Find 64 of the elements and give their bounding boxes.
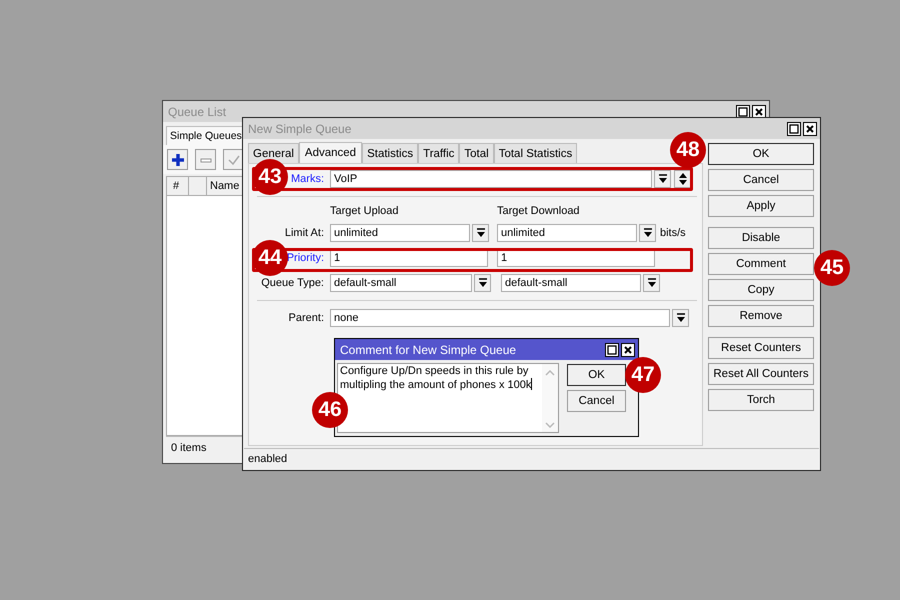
enable-button[interactable] bbox=[223, 149, 244, 170]
parent-field[interactable]: none bbox=[330, 309, 670, 327]
dialog-button[interactable]: Comment bbox=[708, 253, 814, 275]
window-title: Queue List bbox=[168, 104, 226, 118]
dialog-button[interactable]: Cancel bbox=[567, 390, 626, 412]
column-header: Target Download bbox=[497, 205, 581, 217]
dropdown-button[interactable] bbox=[639, 224, 656, 242]
dialog-button[interactable]: Cancel bbox=[708, 169, 814, 191]
dialog-button[interactable]: Reset Counters bbox=[708, 337, 814, 359]
dropdown-arrow-icon bbox=[478, 278, 488, 288]
dropdown-button[interactable] bbox=[654, 170, 671, 188]
tab[interactable]: General bbox=[248, 143, 299, 163]
maximize-icon[interactable] bbox=[787, 122, 801, 136]
limit-upload-field[interactable]: unlimited bbox=[330, 224, 470, 242]
tab[interactable]: Total Statistics bbox=[494, 143, 578, 163]
tab[interactable]: Advanced bbox=[298, 142, 362, 163]
plus-icon bbox=[170, 152, 184, 166]
dialog-button[interactable]: OK bbox=[708, 143, 814, 165]
dialog-button[interactable]: Reset All Counters bbox=[708, 363, 814, 385]
unit-label: bits/s bbox=[660, 227, 686, 239]
queue-type-upload-field[interactable]: default-small bbox=[330, 274, 472, 292]
queue-type-download-field[interactable]: default-small bbox=[501, 274, 641, 292]
remove-button[interactable] bbox=[195, 149, 216, 170]
limit-download-field[interactable]: unlimited bbox=[497, 224, 637, 242]
dialog-button[interactable]: Remove bbox=[708, 305, 814, 327]
close-icon[interactable] bbox=[752, 104, 766, 118]
status-text: 0 items bbox=[171, 442, 206, 454]
maximize-icon[interactable] bbox=[605, 342, 619, 356]
dropdown-arrow-icon bbox=[476, 228, 486, 238]
column-header[interactable]: # bbox=[167, 177, 189, 195]
field-label: Parent: bbox=[288, 312, 325, 324]
dropdown-button[interactable] bbox=[472, 224, 489, 242]
window-title: Comment for New Simple Queue bbox=[340, 342, 516, 356]
dropdown-button[interactable] bbox=[672, 309, 689, 327]
dropdown-arrow-icon bbox=[676, 313, 686, 323]
tab[interactable]: Simple Queues bbox=[166, 126, 245, 145]
dialog-button[interactable]: Disable bbox=[708, 227, 814, 249]
tab[interactable]: Total bbox=[459, 143, 494, 163]
dropdown-arrow-icon bbox=[646, 278, 656, 288]
tab[interactable]: Traffic bbox=[418, 143, 460, 163]
dropdown-arrow-icon bbox=[642, 228, 652, 238]
up-down-icon bbox=[678, 172, 688, 186]
maximize-icon[interactable] bbox=[736, 104, 750, 118]
field-label: Queue Type: bbox=[260, 277, 325, 289]
dialog-button[interactable]: Torch bbox=[708, 389, 814, 411]
close-icon[interactable] bbox=[621, 342, 635, 356]
close-icon[interactable] bbox=[803, 122, 817, 136]
dropdown-button[interactable] bbox=[474, 274, 491, 292]
dialog-button[interactable]: Copy bbox=[708, 279, 814, 301]
dialog-button[interactable]: Apply bbox=[708, 195, 814, 217]
window-title: New Simple Queue bbox=[248, 122, 352, 136]
column-header: Target Upload bbox=[330, 205, 400, 217]
add-button[interactable] bbox=[167, 149, 188, 170]
check-icon bbox=[226, 152, 240, 166]
field-label[interactable]: Marks: bbox=[291, 173, 324, 185]
tab[interactable]: Statistics bbox=[362, 143, 418, 163]
field-label: Limit At: bbox=[284, 227, 325, 239]
marks-field[interactable]: VoIP bbox=[330, 170, 652, 188]
dropdown-button[interactable] bbox=[643, 274, 660, 292]
dialog-button[interactable]: OK bbox=[567, 364, 626, 386]
dropdown-arrow-icon bbox=[658, 174, 668, 184]
status-text: enabled bbox=[248, 453, 288, 465]
step-badge: 45 bbox=[814, 250, 850, 286]
up-down-button[interactable] bbox=[674, 170, 691, 188]
